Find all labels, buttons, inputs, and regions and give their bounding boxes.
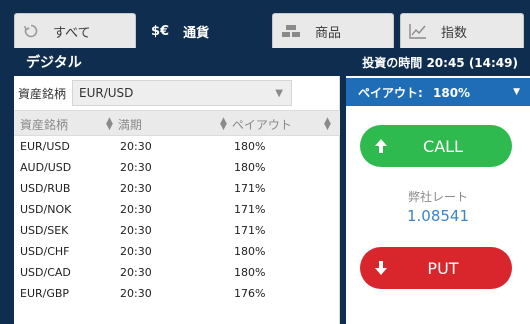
asset-list-panel: 資産銘柄 EUR/USD ▼ 資産銘柄 ▲ ▼ 満期 ▲ ▼ ペイアウト ▲ ▼ EU… (14, 76, 340, 324)
table-row[interactable]: USD/SEK 20:30 171% (14, 220, 340, 241)
history-icon (23, 23, 39, 39)
row-payout: 171% (234, 224, 266, 237)
tab-label: 指数 (441, 25, 468, 41)
asset-selector-row: 資産銘柄 EUR/USD ▼ (14, 78, 340, 108)
tab-all[interactable]: すべて (14, 13, 136, 48)
chevron-down-icon: ▼ (513, 87, 520, 97)
tab-label: 通貨 (183, 25, 210, 41)
column-sort-extra[interactable]: ▲ ▼ (324, 111, 336, 137)
put-button[interactable]: PUT (360, 247, 512, 289)
row-expiry: 20:30 (120, 287, 152, 300)
index-chart-icon (409, 23, 427, 39)
chevron-down-icon: ▼ (275, 87, 283, 99)
rate-label: 弊社レート (407, 190, 468, 204)
row-expiry: 20:30 (120, 266, 152, 279)
payout-text: ペイアウト: 180% (358, 84, 470, 101)
column-payout-label: ペイアウト (231, 117, 292, 132)
row-expiry: 20:30 (120, 140, 152, 153)
panel-title: デジタル (26, 55, 82, 71)
table-row[interactable]: EUR/USD 20:30 180% (14, 136, 340, 157)
sort-icon: ▲ ▼ (220, 116, 227, 132)
row-expiry: 20:30 (120, 203, 152, 216)
panel-header: デジタル 投資の時間 20:45 (14:49) (14, 48, 530, 76)
payout-value: 180% (433, 85, 471, 100)
table-row[interactable]: USD/RUB 20:30 171% (14, 178, 340, 199)
table-row[interactable]: USD/NOK 20:30 171% (14, 199, 340, 220)
currency-icon: $€ (151, 23, 170, 39)
tab-label: 商品 (315, 25, 342, 41)
rate-value: 1.08541 (406, 207, 470, 225)
tab-label: すべて (53, 25, 91, 41)
row-payout: 180% (234, 266, 266, 279)
row-asset: EUR/USD (20, 140, 70, 153)
table-row[interactable]: EUR/GBP 20:30 176% (14, 283, 340, 304)
table-row[interactable]: USD/CAD 20:30 180% (14, 262, 340, 283)
row-payout: 171% (234, 203, 266, 216)
row-expiry: 20:30 (120, 224, 152, 237)
sort-icon: ▲ ▼ (106, 116, 113, 132)
row-payout: 180% (234, 140, 266, 153)
table-row[interactable]: USD/CHF 20:30 180% (14, 241, 340, 262)
tab-currency[interactable]: $€ 通貨 (142, 13, 268, 48)
row-asset: USD/NOK (20, 203, 72, 216)
asset-label: 資産銘柄 (18, 86, 67, 101)
payout-label: ペイアウト: (358, 85, 423, 100)
row-asset: USD/CAD (20, 266, 71, 279)
trade-panel: ペイアウト: 180% ▼ CALL 弊社レート 1.08541 PUT (346, 76, 530, 324)
row-payout: 180% (234, 161, 266, 174)
row-asset: USD/RUB (20, 182, 71, 195)
table-row[interactable]: AUD/USD 20:30 180% (14, 157, 340, 178)
row-asset: USD/SEK (20, 224, 69, 237)
arrow-up-icon (374, 125, 388, 167)
call-button[interactable]: CALL (360, 125, 512, 167)
asset-category-tabs: すべて $€ 通貨 商品 指数 (0, 0, 530, 48)
investment-time: 投資の時間 20:45 (14:49) (362, 55, 518, 70)
row-asset: EUR/GBP (20, 287, 70, 300)
bars-icon (281, 24, 301, 38)
asset-dropdown-value: EUR/USD (79, 86, 134, 100)
row-expiry: 20:30 (120, 245, 152, 258)
column-asset-label: 資産銘柄 (20, 117, 69, 132)
row-asset: USD/CHF (20, 245, 70, 258)
row-payout: 180% (234, 245, 266, 258)
table-header: 資産銘柄 ▲ ▼ 満期 ▲ ▼ ペイアウト ▲ ▼ (14, 110, 340, 136)
column-payout[interactable]: ▲ ▼ ペイアウト (220, 111, 292, 137)
row-payout: 176% (234, 287, 266, 300)
asset-dropdown[interactable]: EUR/USD ▼ (72, 80, 292, 106)
tab-indices[interactable]: 指数 (400, 13, 524, 48)
column-asset[interactable]: 資産銘柄 (20, 111, 68, 137)
tab-commodities[interactable]: 商品 (272, 13, 394, 48)
column-expiry[interactable]: ▲ ▼ 満期 (106, 111, 142, 137)
row-expiry: 20:30 (120, 161, 152, 174)
row-payout: 171% (234, 182, 266, 195)
row-asset: AUD/USD (20, 161, 72, 174)
column-expiry-label: 満期 (117, 117, 142, 132)
sort-icon: ▲ ▼ (324, 116, 331, 132)
row-expiry: 20:30 (120, 182, 152, 195)
arrow-down-icon (374, 247, 388, 289)
asset-table-body: EUR/USD 20:30 180% AUD/USD 20:30 180% US… (14, 136, 340, 304)
payout-dropdown[interactable]: ペイアウト: 180% ▼ (346, 78, 530, 106)
